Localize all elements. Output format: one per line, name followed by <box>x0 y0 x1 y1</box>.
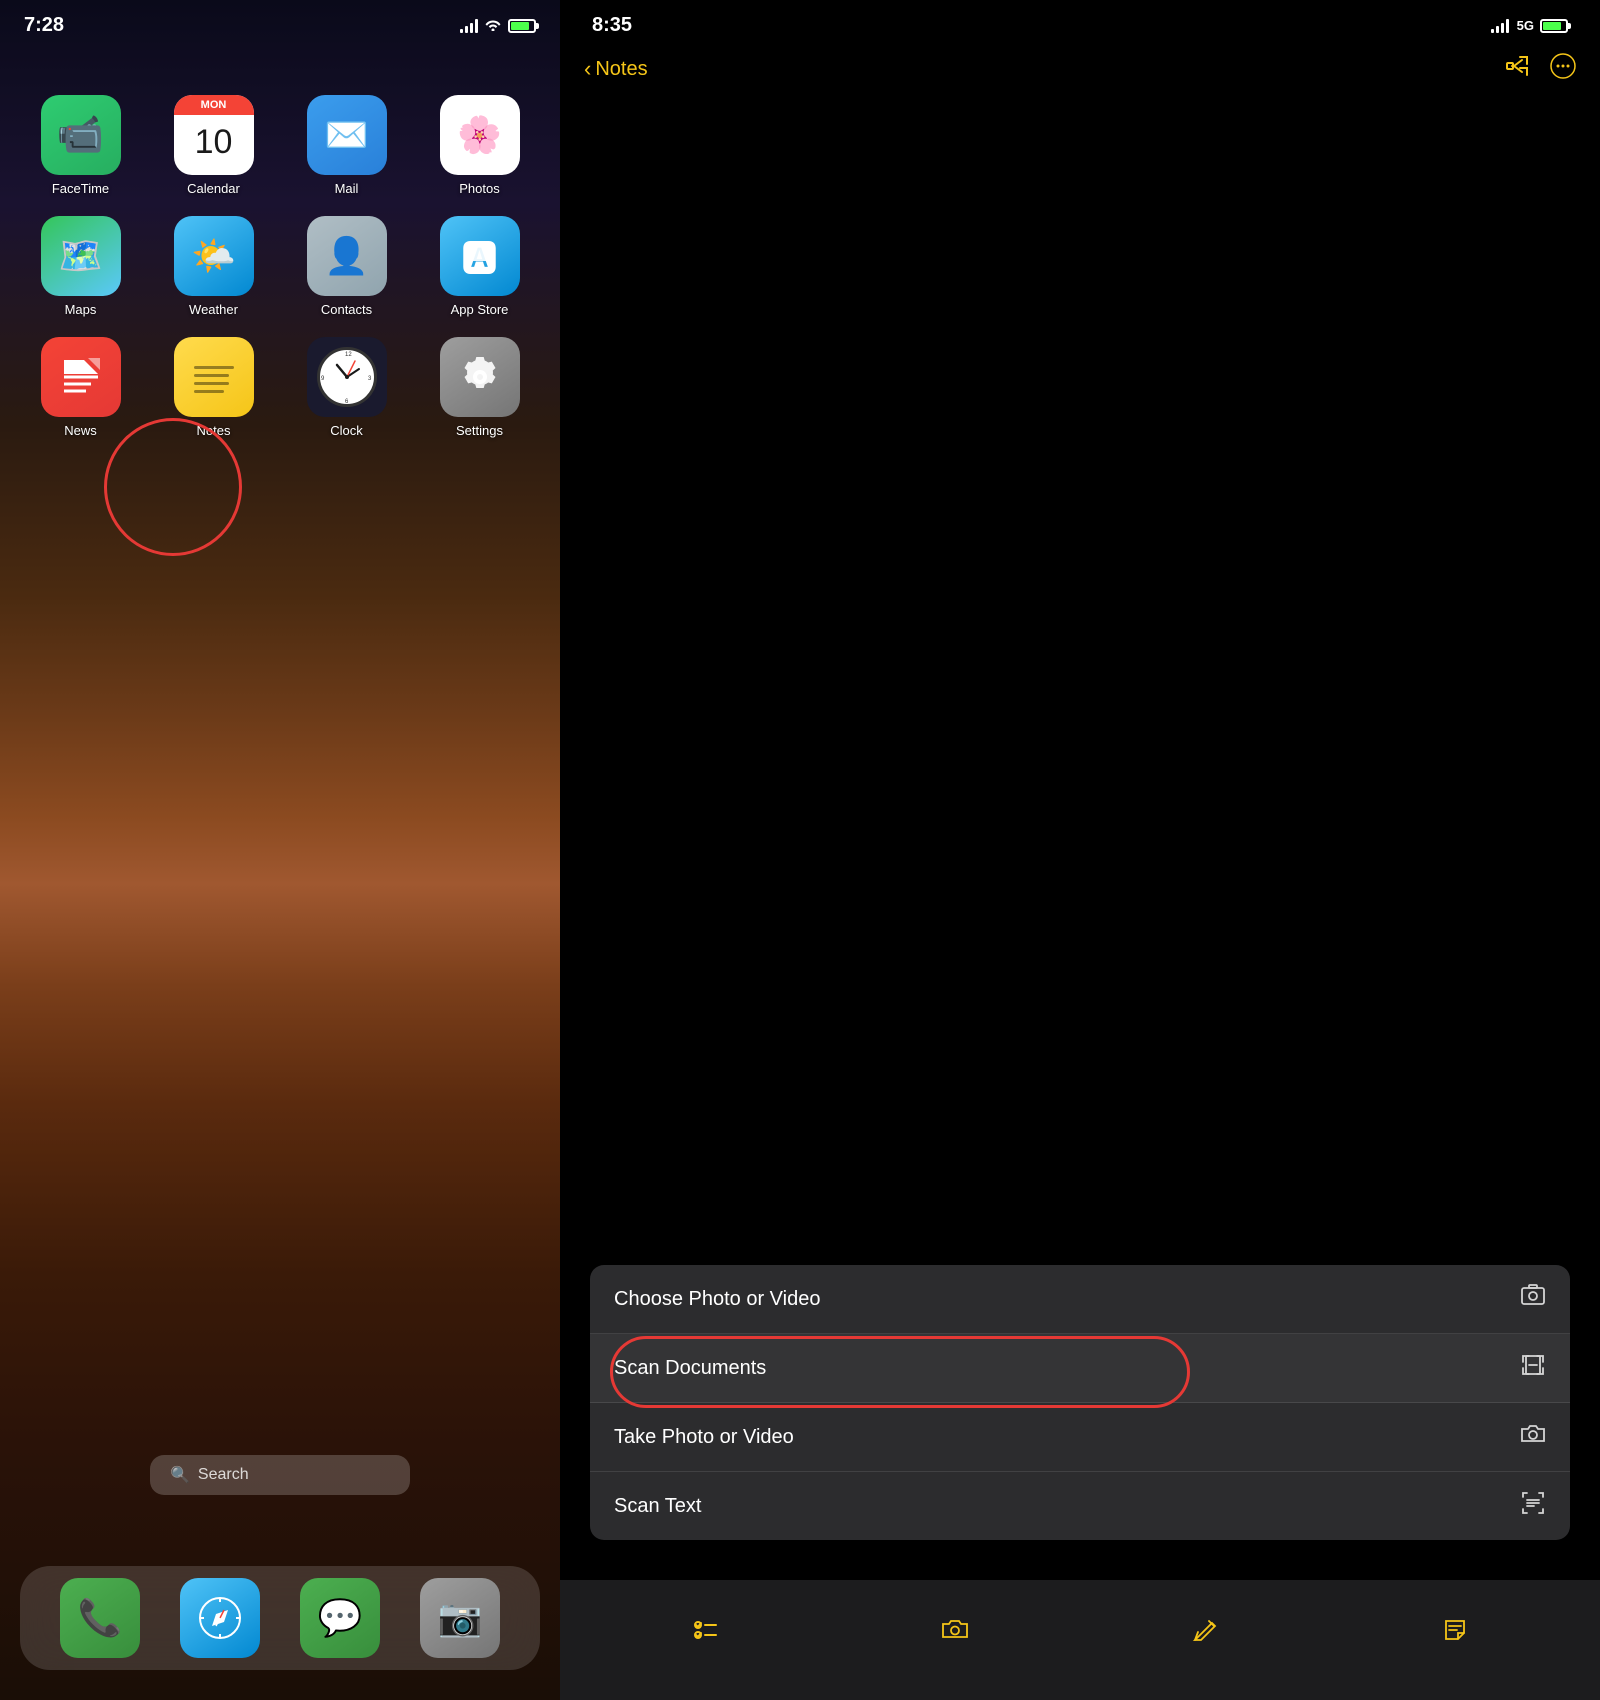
signal-icon <box>460 19 478 33</box>
app-mail[interactable]: ✉️ Mail <box>290 95 403 196</box>
news-label: News <box>64 423 97 438</box>
maps-label: Maps <box>65 302 97 317</box>
app-photos[interactable]: 🌸 Photos <box>423 95 536 196</box>
context-menu: Choose Photo or Video Scan Documents <box>590 1265 1570 1540</box>
search-bar-container: 🔍 Search <box>0 1435 560 1515</box>
menu-item-take-photo[interactable]: Take Photo or Video <box>590 1403 1570 1472</box>
app-weather[interactable]: 🌤️ Weather <box>157 216 270 317</box>
share-button[interactable] <box>1506 54 1530 84</box>
calendar-date: 10 <box>195 123 233 162</box>
facetime-icon: 📹 <box>41 95 121 175</box>
svg-text:6: 6 <box>345 399 349 405</box>
contacts-icon: 👤 <box>307 216 387 296</box>
photos-icon: 🌸 <box>440 95 520 175</box>
notes-toolbar <box>560 1580 1600 1700</box>
scan-docs-menu-icon <box>1520 1352 1546 1384</box>
maps-icon: 🗺️ <box>41 216 121 296</box>
dock-messages[interactable]: 💬 <box>300 1578 380 1658</box>
left-panel: 7:28 📹 FaceTime MON <box>0 0 560 1700</box>
mail-icon: ✉️ <box>307 95 387 175</box>
clock-label: Clock <box>330 423 363 438</box>
app-maps[interactable]: 🗺️ Maps <box>24 216 137 317</box>
app-facetime[interactable]: 📹 FaceTime <box>24 95 137 196</box>
choose-photo-label: Choose Photo or Video <box>614 1288 820 1311</box>
left-status-bar: 7:28 <box>0 0 560 45</box>
photos-label: Photos <box>459 181 499 196</box>
svg-text:12: 12 <box>345 352 352 358</box>
facetime-label: FaceTime <box>52 181 109 196</box>
more-button[interactable] <box>1550 53 1576 85</box>
notes-label: Notes <box>197 423 231 438</box>
take-photo-label: Take Photo or Video <box>614 1426 794 1449</box>
app-contacts[interactable]: 👤 Contacts <box>290 216 403 317</box>
search-wrapper[interactable]: 🔍 Search <box>150 1455 410 1495</box>
dock-camera[interactable]: 📷 <box>420 1578 500 1658</box>
svg-text:3: 3 <box>368 376 372 382</box>
notes-icon <box>174 337 254 417</box>
back-label: Notes <box>595 58 647 81</box>
right-status-icons: 5G <box>1491 18 1568 33</box>
battery-icon <box>508 19 536 33</box>
back-button[interactable]: ‹ Notes <box>584 56 648 82</box>
settings-icon <box>440 337 520 417</box>
appstore-label: App Store <box>451 302 509 317</box>
app-news[interactable]: News <box>24 337 137 438</box>
news-icon <box>41 337 121 417</box>
dock: 📞 💬 📷 <box>20 1566 540 1670</box>
toolbar-checklist-button[interactable] <box>680 1605 730 1655</box>
back-chevron-icon: ‹ <box>584 56 591 82</box>
app-clock[interactable]: 12 3 6 9 Clock <box>290 337 403 438</box>
search-icon: 🔍 <box>170 1465 190 1485</box>
app-appstore[interactable]: 🅰 App Store <box>423 216 536 317</box>
right-signal-icon <box>1491 19 1509 33</box>
app-grid: 📹 FaceTime MON 10 Calendar ✉️ Mail 🌸 Pho… <box>0 75 560 458</box>
settings-label: Settings <box>456 423 503 438</box>
notes-navbar: ‹ Notes <box>560 45 1600 97</box>
left-time: 7:28 <box>24 14 64 37</box>
app-settings[interactable]: Settings <box>423 337 536 438</box>
camera-dock-icon: 📷 <box>420 1578 500 1658</box>
app-calendar[interactable]: MON 10 Calendar <box>157 95 270 196</box>
weather-icon: 🌤️ <box>174 216 254 296</box>
contacts-label: Contacts <box>321 302 372 317</box>
toolbar-draw-button[interactable] <box>1180 1605 1230 1655</box>
safari-icon <box>180 1578 260 1658</box>
mail-label: Mail <box>335 181 359 196</box>
menu-item-scan-docs[interactable]: Scan Documents <box>590 1334 1570 1403</box>
app-notes[interactable]: Notes <box>157 337 270 438</box>
toolbar-camera-button[interactable] <box>930 1605 980 1655</box>
notes-action-buttons <box>1506 53 1576 85</box>
appstore-icon: 🅰 <box>440 216 520 296</box>
camera-menu-icon <box>1520 1421 1546 1453</box>
messages-icon: 💬 <box>300 1578 380 1658</box>
toolbar-compose-button[interactable] <box>1430 1605 1480 1655</box>
calendar-day: MON <box>174 95 254 115</box>
network-type: 5G <box>1517 18 1534 33</box>
left-status-icons <box>460 17 536 34</box>
right-battery-icon <box>1540 19 1568 33</box>
svg-text:9: 9 <box>321 376 325 382</box>
calendar-label: Calendar <box>187 181 240 196</box>
right-time: 8:35 <box>592 14 632 37</box>
right-status-bar: 8:35 5G <box>560 0 1600 45</box>
scan-text-label: Scan Text <box>614 1495 701 1518</box>
dock-safari[interactable] <box>180 1578 260 1658</box>
scan-text-menu-icon <box>1520 1490 1546 1522</box>
clock-icon: 12 3 6 9 <box>307 337 387 417</box>
menu-item-choose-photo[interactable]: Choose Photo or Video <box>590 1265 1570 1334</box>
wifi-icon <box>484 17 502 34</box>
search-placeholder: Search <box>198 1466 249 1484</box>
weather-label: Weather <box>189 302 238 317</box>
right-panel: 8:35 5G ‹ Notes <box>560 0 1600 1700</box>
photo-menu-icon <box>1520 1283 1546 1315</box>
phone-icon: 📞 <box>60 1578 140 1658</box>
menu-item-scan-text[interactable]: Scan Text <box>590 1472 1570 1540</box>
calendar-icon: MON 10 <box>174 95 254 175</box>
clock-face: 12 3 6 9 <box>317 347 377 407</box>
scan-docs-label: Scan Documents <box>614 1357 766 1380</box>
dock-phone[interactable]: 📞 <box>60 1578 140 1658</box>
